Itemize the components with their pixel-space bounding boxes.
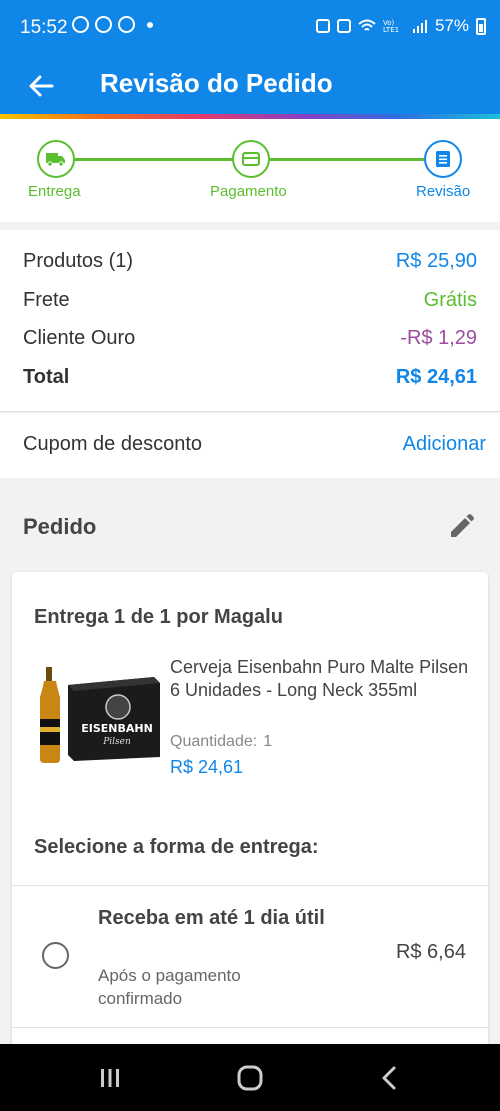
step-connector [270, 158, 424, 161]
step-label-entrega: Entrega [28, 183, 81, 200]
product-image-variety: Pilsen [102, 737, 131, 747]
notification-dot-icon [147, 21, 153, 28]
status-left-icons [72, 16, 153, 33]
back-icon [382, 1066, 396, 1090]
edit-order-button[interactable] [446, 512, 476, 542]
system-back-button[interactable] [372, 1060, 408, 1096]
app-bar: Revisão do Pedido [0, 58, 500, 114]
product-quantity: Quantidade: 1 [170, 733, 272, 751]
order-summary: Produtos (1) R$ 25,90 Frete Grátis Clien… [0, 230, 500, 412]
summary-row-cliente-ouro: Cliente Ouro -R$ 1,29 [23, 324, 477, 352]
wifi-icon [358, 19, 376, 31]
svg-text:LTE1: LTE1 [383, 26, 399, 33]
summary-row-frete: Frete Grátis [23, 286, 477, 314]
product-image-brand: EISENBAHN [81, 722, 153, 735]
battery-text: 57% [434, 16, 469, 35]
summary-row-total: Total R$ 24,61 [23, 363, 477, 391]
checkout-stepper: Entrega Pagamento Revisão [0, 119, 500, 222]
summary-label: Frete [23, 288, 70, 311]
whatsapp-icon [72, 16, 89, 33]
home-icon [237, 1065, 263, 1091]
summary-value: -R$ 1,29 [400, 326, 477, 349]
product-name: Cerveja Eisenbahn Puro Malte Pilsen 6 Un… [170, 657, 469, 700]
step-pagamento[interactable] [232, 140, 270, 178]
dnd-icon [95, 16, 112, 33]
recent-apps-icon [101, 1069, 119, 1087]
document-icon [436, 151, 450, 167]
x-app-icon [118, 16, 135, 33]
shipping-option-subtitle: Após o pagamento confirmado [98, 966, 241, 1008]
system-nav-bar [0, 1044, 500, 1111]
shipping-option-price: R$ 6,64 [395, 941, 466, 963]
status-time: 15:52 [20, 17, 68, 38]
signal-icon [412, 20, 427, 33]
step-label-revisao: Revisão [416, 183, 471, 200]
step-entrega[interactable] [37, 140, 75, 178]
volte-icon: Vo)LTE1 [383, 19, 399, 33]
card-icon [242, 152, 260, 166]
battery-icon [476, 17, 486, 35]
quantity-label: Quantidade: [170, 733, 258, 750]
status-bar: 15:52 Vo) LTE1 57% [0, 0, 500, 58]
coupon-row: Cupom de desconto Adicionar [0, 413, 500, 478]
step-label-pagamento: Pagamento [210, 183, 287, 200]
back-button[interactable] [22, 66, 62, 106]
summary-label: Produtos (1) [23, 249, 134, 272]
add-coupon-button[interactable]: Adicionar [403, 433, 486, 456]
delivery-title: Entrega 1 de 1 por Magalu [34, 606, 283, 628]
home-button[interactable] [232, 1060, 268, 1096]
quantity-value: 1 [263, 733, 273, 750]
summary-label: Cliente Ouro [23, 326, 136, 349]
shipping-option-radio[interactable] [42, 942, 69, 969]
shipping-title: Selecione a forma de entrega: [34, 836, 319, 858]
summary-value: Grátis [423, 288, 477, 311]
truck-icon [46, 153, 65, 167]
divider [12, 885, 488, 886]
status-right-icons: Vo) LTE1 57% [315, 16, 486, 36]
pencil-icon [451, 514, 474, 537]
page-title: Revisão do Pedido [100, 68, 333, 98]
section-title-pedido: Pedido [23, 514, 97, 539]
product-image: EISENBAHN Pilsen [40, 667, 160, 763]
summary-label: Total [23, 365, 70, 388]
summary-value: R$ 25,90 [395, 249, 477, 272]
step-connector [74, 158, 234, 161]
arrow-left-icon [29, 75, 54, 97]
recent-apps-button[interactable] [92, 1060, 128, 1096]
shipping-option-title[interactable]: Receba em até 1 dia útil [98, 905, 338, 932]
coupon-label: Cupom de desconto [23, 433, 203, 455]
summary-value: R$ 24,61 [395, 365, 477, 388]
order-card: Entrega 1 de 1 por Magalu EISENBAHN Pils… [12, 572, 488, 1052]
divider [12, 1027, 488, 1028]
alarm-icon [315, 19, 330, 33]
step-revisao[interactable] [424, 140, 462, 178]
mute-icon [336, 19, 351, 33]
summary-row-produtos: Produtos (1) R$ 25,90 [23, 247, 477, 275]
product-price: R$ 24,61 [170, 757, 244, 777]
